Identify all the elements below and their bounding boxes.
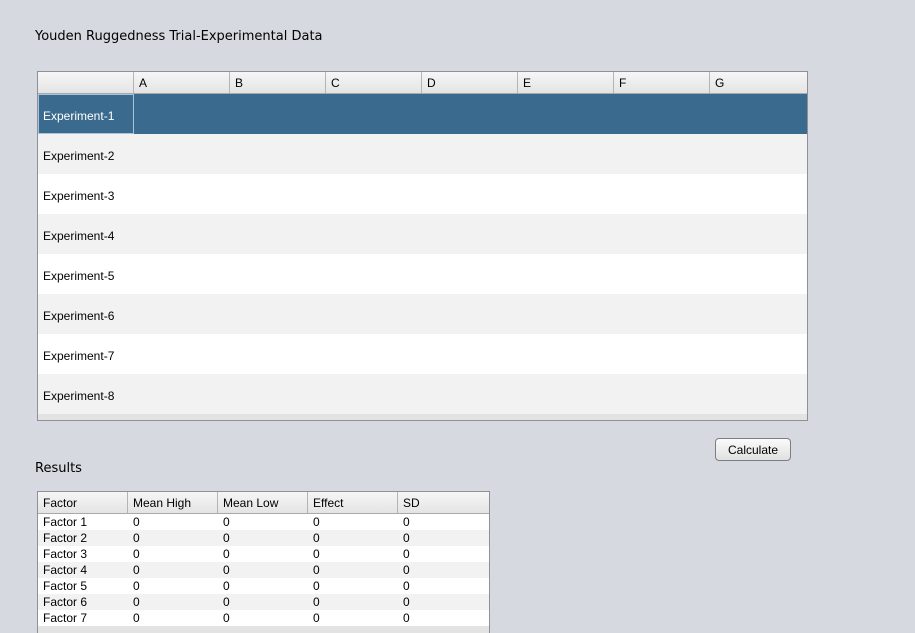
results-table-body: Factor 1 0 0 0 0 Factor 2 0 0 0 0 Factor…: [38, 514, 489, 626]
sd-cell[interactable]: 0: [398, 562, 489, 578]
mean-high-cell[interactable]: 0: [128, 546, 218, 562]
sd-cell[interactable]: 0: [398, 530, 489, 546]
results-table-header: Factor Mean High Mean Low Effect SD: [38, 492, 489, 514]
sd-cell[interactable]: 0: [398, 594, 489, 610]
mean-low-cell[interactable]: 0: [218, 578, 308, 594]
column-header-sd[interactable]: SD: [398, 492, 489, 513]
row-header-cell[interactable]: Experiment-5: [38, 254, 134, 294]
mean-high-cell[interactable]: 0: [128, 562, 218, 578]
mean-high-cell[interactable]: 0: [128, 578, 218, 594]
table-row[interactable]: Experiment-2: [38, 134, 807, 174]
mean-low-cell[interactable]: 0: [218, 562, 308, 578]
mean-high-cell[interactable]: 0: [128, 594, 218, 610]
row-header-cell[interactable]: Experiment-2: [38, 134, 134, 174]
mean-high-cell[interactable]: 0: [128, 514, 218, 530]
column-header-c[interactable]: C: [326, 72, 422, 93]
effect-cell[interactable]: 0: [308, 562, 398, 578]
factor-cell[interactable]: Factor 6: [38, 594, 128, 610]
row-data-cells[interactable]: [134, 94, 807, 134]
table-row[interactable]: Factor 4 0 0 0 0: [38, 562, 489, 578]
mean-low-cell[interactable]: 0: [218, 546, 308, 562]
column-header-factor[interactable]: Factor: [38, 492, 128, 513]
table-row[interactable]: Experiment-3: [38, 174, 807, 214]
factor-cell[interactable]: Factor 5: [38, 578, 128, 594]
row-header-cell[interactable]: Experiment-1: [38, 94, 134, 134]
effect-cell[interactable]: 0: [308, 514, 398, 530]
mean-low-cell[interactable]: 0: [218, 610, 308, 626]
sd-cell[interactable]: 0: [398, 610, 489, 626]
table-row[interactable]: Factor 3 0 0 0 0: [38, 546, 489, 562]
mean-low-cell[interactable]: 0: [218, 530, 308, 546]
column-header-d[interactable]: D: [422, 72, 518, 93]
row-data-cells[interactable]: [134, 134, 807, 174]
table-row[interactable]: Experiment-5: [38, 254, 807, 294]
effect-cell[interactable]: 0: [308, 610, 398, 626]
table-row[interactable]: Experiment-6: [38, 294, 807, 334]
row-data-cells[interactable]: [134, 374, 807, 414]
sd-cell[interactable]: 0: [398, 578, 489, 594]
factor-cell[interactable]: Factor 4: [38, 562, 128, 578]
table-row[interactable]: Factor 2 0 0 0 0: [38, 530, 489, 546]
row-data-cells[interactable]: [134, 174, 807, 214]
column-header-f[interactable]: F: [614, 72, 710, 93]
effect-cell[interactable]: 0: [308, 530, 398, 546]
column-header-a[interactable]: A: [134, 72, 230, 93]
sd-cell[interactable]: 0: [398, 514, 489, 530]
row-data-cells[interactable]: [134, 254, 807, 294]
row-header-cell[interactable]: Experiment-6: [38, 294, 134, 334]
table-row[interactable]: Experiment-8: [38, 374, 807, 414]
table-row[interactable]: Experiment-1: [38, 94, 807, 134]
column-header-e[interactable]: E: [518, 72, 614, 93]
effect-cell[interactable]: 0: [308, 546, 398, 562]
mean-low-cell[interactable]: 0: [218, 514, 308, 530]
effect-cell[interactable]: 0: [308, 578, 398, 594]
table-row[interactable]: Factor 7 0 0 0 0: [38, 610, 489, 626]
row-data-cells[interactable]: [134, 294, 807, 334]
results-heading: Results: [35, 461, 82, 476]
column-header-mean-low[interactable]: Mean Low: [218, 492, 308, 513]
results-table[interactable]: Factor Mean High Mean Low Effect SD Fact…: [37, 491, 490, 633]
mean-high-cell[interactable]: 0: [128, 530, 218, 546]
experiment-table-body: Experiment-1 Experiment-2 Experiment-3 E…: [38, 94, 807, 414]
factor-cell[interactable]: Factor 7: [38, 610, 128, 626]
page-title: Youden Ruggedness Trial-Experimental Dat…: [35, 29, 323, 44]
row-header-cell[interactable]: Experiment-3: [38, 174, 134, 214]
sd-cell[interactable]: 0: [398, 546, 489, 562]
column-header-effect[interactable]: Effect: [308, 492, 398, 513]
row-header-cell[interactable]: Experiment-7: [38, 334, 134, 374]
table-row[interactable]: Factor 6 0 0 0 0: [38, 594, 489, 610]
experiment-table[interactable]: A B C D E F G Experiment-1 Experiment-2 …: [37, 71, 808, 421]
header-corner-cell: [38, 72, 134, 93]
experiment-table-header: A B C D E F G: [38, 72, 807, 94]
row-header-cell[interactable]: Experiment-4: [38, 214, 134, 254]
factor-cell[interactable]: Factor 1: [38, 514, 128, 530]
effect-cell[interactable]: 0: [308, 594, 398, 610]
table-row[interactable]: Factor 5 0 0 0 0: [38, 578, 489, 594]
calculate-button[interactable]: Calculate: [715, 438, 791, 461]
mean-high-cell[interactable]: 0: [128, 610, 218, 626]
factor-cell[interactable]: Factor 2: [38, 530, 128, 546]
row-data-cells[interactable]: [134, 334, 807, 374]
column-header-b[interactable]: B: [230, 72, 326, 93]
row-data-cells[interactable]: [134, 214, 807, 254]
column-header-g[interactable]: G: [710, 72, 807, 93]
mean-low-cell[interactable]: 0: [218, 594, 308, 610]
table-row[interactable]: Factor 1 0 0 0 0: [38, 514, 489, 530]
column-header-mean-high[interactable]: Mean High: [128, 492, 218, 513]
table-row[interactable]: Experiment-4: [38, 214, 807, 254]
factor-cell[interactable]: Factor 3: [38, 546, 128, 562]
table-row[interactable]: Experiment-7: [38, 334, 807, 374]
row-header-cell[interactable]: Experiment-8: [38, 374, 134, 414]
